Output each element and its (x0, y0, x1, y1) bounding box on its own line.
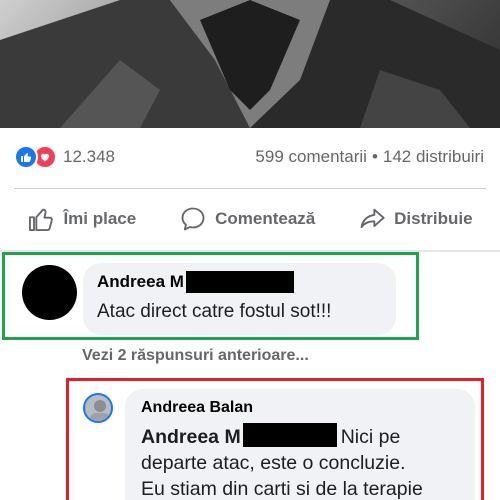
action-bar: Îmi place Comentează Distribuie (0, 190, 500, 248)
comment-button[interactable]: Comentează (179, 205, 315, 233)
reactions-count-group[interactable]: 12.348 (14, 145, 115, 169)
reply-text: Andreea M Nici pe departe atac, este o co… (141, 423, 459, 500)
highlighted-comment-green: Andreea M Atac direct catre fostul sot!!… (2, 252, 419, 340)
comment-bubble[interactable]: Andreea M Atac direct catre fostul sot!!… (83, 263, 396, 335)
reaction-count: 12.348 (63, 147, 115, 166)
reply-author[interactable]: Andreea Balan (141, 399, 459, 417)
highlighted-reply-red: Andreea Balan Andreea M Nici pe departe a… (66, 378, 484, 500)
reply-text-line1: Nici pe (340, 426, 401, 448)
divider (14, 188, 486, 189)
reply-text-line3: Eu stiam din carti si de la terapie (141, 478, 423, 500)
redaction-bar (185, 271, 294, 293)
like-label: Îmi place (63, 209, 137, 228)
like-icon (14, 145, 38, 169)
avatar[interactable] (22, 265, 77, 320)
like-button[interactable]: Îmi place (27, 205, 136, 233)
comments-count[interactable]: 599 comentarii (255, 147, 367, 167)
post-photo[interactable] (0, 0, 500, 128)
comment-author[interactable]: Andreea M (97, 272, 184, 292)
reactions-summary: 12.348 599 comentarii • 142 distribuiri (0, 128, 500, 186)
mention-tag[interactable]: Andreea M (141, 426, 241, 448)
share-label: Distribuie (394, 209, 473, 228)
comment-bubble-icon (181, 207, 205, 231)
avatar[interactable] (83, 393, 113, 423)
thumbs-up-icon (29, 208, 54, 232)
shares-count[interactable]: 142 distribuiri (383, 147, 484, 167)
view-previous-replies-link[interactable]: Vezi 2 răspunsuri anterioare... (82, 347, 309, 365)
dot-separator: • (371, 147, 378, 166)
share-arrow-icon (360, 208, 385, 229)
share-button[interactable]: Distribuie (358, 205, 473, 233)
reply-text-line2: departe atac, este o concluzie. (141, 452, 406, 474)
redaction-bar (242, 423, 337, 447)
comment-label: Comentează (215, 209, 316, 228)
reply-bubble[interactable]: Andreea Balan Andreea M Nici pe departe a… (125, 389, 475, 500)
comment-text: Atac direct catre fostul sot!!! (97, 301, 332, 322)
